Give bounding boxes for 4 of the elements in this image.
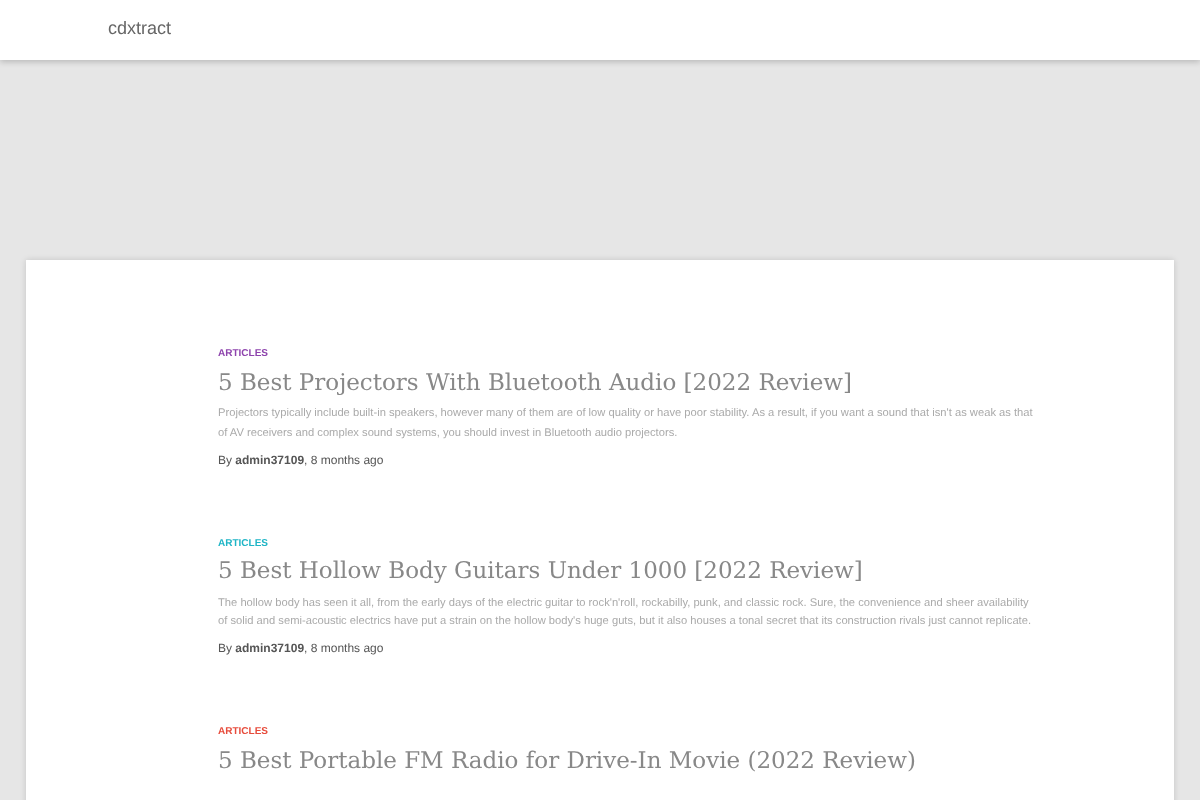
post-title[interactable]: 5 Best Hollow Body Guitars Under 1000 [2022 Review] bbox=[218, 558, 1038, 587]
post-title[interactable]: 5 Best Projectors With Bluetooth Audio [2022 Review] bbox=[218, 369, 1038, 397]
site-logo[interactable]: cdxtract bbox=[108, 16, 172, 44]
post-title[interactable]: 5 Best Portable FM Radio for Drive-In Movie (2022 Review) bbox=[218, 747, 1038, 776]
